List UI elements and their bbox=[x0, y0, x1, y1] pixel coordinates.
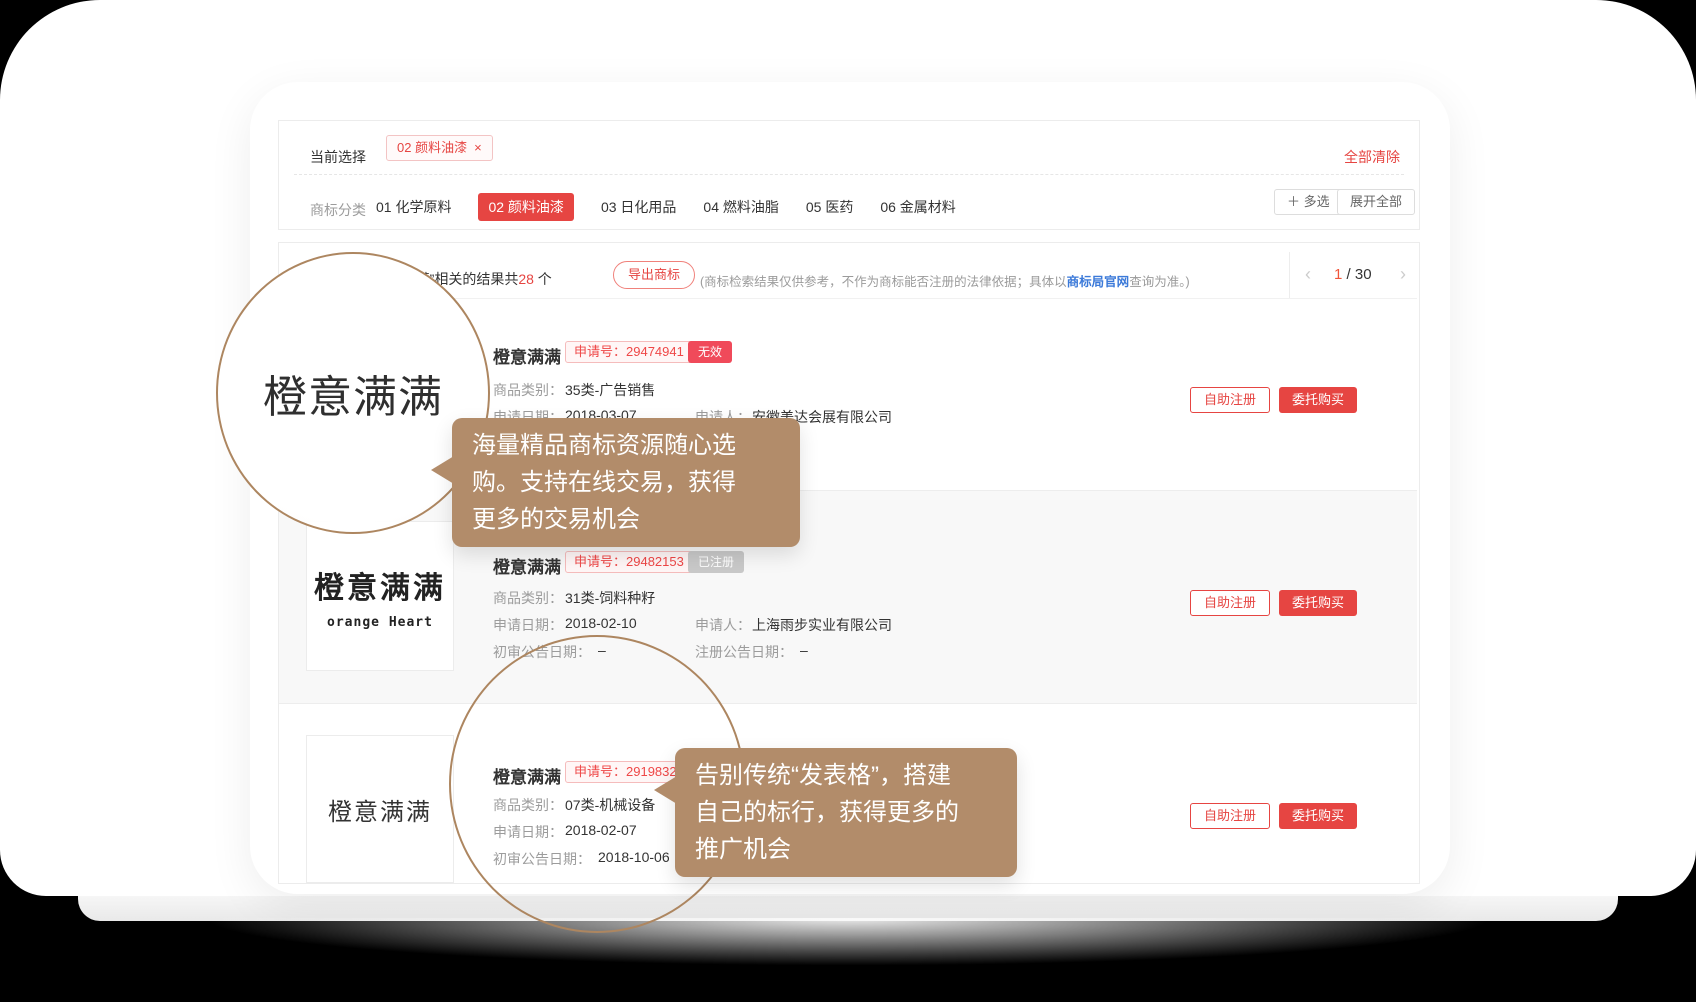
trademark-image-text: 橙意满满 bbox=[328, 792, 432, 827]
application-number-value: 29482153 bbox=[626, 554, 684, 569]
current-selection-label: 当前选择 bbox=[310, 147, 366, 167]
self-register-button[interactable]: 自助注册 bbox=[1190, 387, 1270, 413]
base-shadow bbox=[200, 918, 1496, 966]
trademark-name[interactable]: 橙意满满 bbox=[493, 553, 561, 578]
application-number-label: 申请号： bbox=[574, 344, 626, 359]
apply-date-value: 2018-02-10 bbox=[565, 615, 637, 631]
tooltip-line: 购。支持在线交易，获得 bbox=[472, 464, 780, 501]
magnified-trademark-text: 橙意满满 bbox=[263, 361, 443, 425]
tooltip-line: 推广机会 bbox=[695, 831, 997, 868]
self-register-button[interactable]: 自助注册 bbox=[1190, 590, 1270, 616]
trademark-image[interactable]: 橙意满满 orange Heart bbox=[306, 521, 454, 671]
entrust-buy-button[interactable]: 委托购买 bbox=[1279, 590, 1357, 616]
category-tab-02-selected[interactable]: 02 颜料油漆 bbox=[478, 193, 573, 221]
registration-publication-value: – bbox=[800, 642, 808, 658]
disclaimer-text-post: 查询为准。) bbox=[1129, 275, 1189, 289]
application-number-pill: 申请号：29482153 bbox=[565, 551, 693, 573]
results-disclaimer: (商标检索结果仅供参考，不作为商标能否注册的法律依据；具体以商标局官网查询为准。… bbox=[700, 271, 1190, 290]
applicant-label: 申请人： bbox=[695, 615, 751, 635]
results-summary-suffix: 个 bbox=[534, 271, 552, 287]
category-field-label: 商品类别： bbox=[493, 588, 563, 608]
category-field-value: 35类-广告销售 bbox=[565, 380, 655, 400]
entrust-buy-button[interactable]: 委托购买 bbox=[1279, 803, 1357, 829]
application-number-value: 29474941 bbox=[626, 344, 684, 359]
category-field-value: 31类-饲料种籽 bbox=[565, 588, 655, 608]
tooltip-line: 更多的交易机会 bbox=[472, 501, 780, 538]
category-tab-06[interactable]: 06 金属材料 bbox=[880, 197, 955, 217]
category-tab-01[interactable]: 01 化学原料 bbox=[376, 197, 451, 217]
divider bbox=[294, 174, 1404, 175]
trademark-image-subtext: orange Heart bbox=[327, 615, 433, 630]
apply-date-label: 申请日期： bbox=[493, 615, 563, 635]
entrust-buy-button[interactable]: 委托购买 bbox=[1279, 387, 1357, 413]
trademark-image[interactable]: 橙意满满 bbox=[306, 735, 454, 883]
status-badge: 已注册 bbox=[688, 551, 744, 573]
pagination-separator: / bbox=[1347, 266, 1351, 283]
application-number-pill: 申请号：29474941 bbox=[565, 341, 693, 363]
selected-filter-tag[interactable]: 02 颜料油漆 × bbox=[386, 135, 493, 161]
disclaimer-text-pre: (商标检索结果仅供参考，不作为商标能否注册的法律依据；具体以 bbox=[700, 275, 1067, 289]
trademark-image-text: 橙意满满 bbox=[314, 563, 446, 607]
status-badge: 无效 bbox=[688, 341, 732, 363]
divider bbox=[1289, 252, 1290, 298]
trademark-name[interactable]: 橙意满满 bbox=[493, 343, 561, 368]
page: 当前选择 02 颜料油漆 × 全部清除 商标分类 01 化学原料 02 颜料油漆 … bbox=[0, 0, 1696, 1002]
category-tabs: 01 化学原料 02 颜料油漆 03 日化用品 04 燃料油脂 05 医药 06… bbox=[376, 193, 956, 221]
results-count: 28 bbox=[518, 271, 534, 287]
close-icon[interactable]: × bbox=[474, 140, 482, 155]
tooltip-line: 告别传统“发表格”，搭建 bbox=[695, 757, 997, 794]
pagination-status: 1 / 30 bbox=[1334, 266, 1372, 283]
multi-select-button[interactable]: ＋ 多选 bbox=[1274, 189, 1343, 215]
applicant-value: 上海雨步实业有限公司 bbox=[752, 615, 892, 635]
self-register-button[interactable]: 自助注册 bbox=[1190, 803, 1270, 829]
pagination-current-page: 1 bbox=[1334, 266, 1342, 283]
export-trademark-button[interactable]: 导出商标 bbox=[613, 261, 695, 289]
category-tab-05[interactable]: 05 医药 bbox=[806, 197, 853, 217]
selected-filter-tag-label: 02 颜料油漆 bbox=[397, 140, 467, 155]
tooltip-line: 海量精品商标资源随心选 bbox=[472, 427, 780, 464]
trademark-office-link[interactable]: 商标局官网 bbox=[1067, 275, 1130, 289]
category-field-label: 商品类别： bbox=[493, 380, 563, 400]
registration-publication-label: 注册公告日期： bbox=[695, 642, 793, 662]
tooltip-line: 自己的标行，获得更多的 bbox=[695, 794, 997, 831]
pagination-next-icon[interactable]: › bbox=[1400, 265, 1406, 283]
expand-all-button[interactable]: 展开全部 bbox=[1337, 189, 1415, 215]
divider bbox=[279, 703, 1417, 704]
magnifier-circle: 橙意满满 bbox=[216, 252, 490, 534]
category-tab-03[interactable]: 03 日化用品 bbox=[601, 197, 676, 217]
clear-all-button[interactable]: 全部清除 bbox=[1344, 147, 1400, 167]
category-tab-04[interactable]: 04 燃料油脂 bbox=[703, 197, 778, 217]
category-filter-label: 商标分类 bbox=[310, 200, 366, 220]
tooltip-promotion: 告别传统“发表格”，搭建 自己的标行，获得更多的 推广机会 bbox=[675, 748, 1017, 877]
pagination-total-pages: 30 bbox=[1355, 266, 1372, 283]
tooltip-arrow-icon bbox=[431, 456, 454, 484]
pagination-prev-icon[interactable]: ‹ bbox=[1305, 265, 1311, 283]
application-number-label: 申请号： bbox=[574, 554, 626, 569]
tooltip-arrow-icon bbox=[654, 776, 677, 804]
tooltip-marketplace: 海量精品商标资源随心选 购。支持在线交易，获得 更多的交易机会 bbox=[452, 418, 800, 547]
